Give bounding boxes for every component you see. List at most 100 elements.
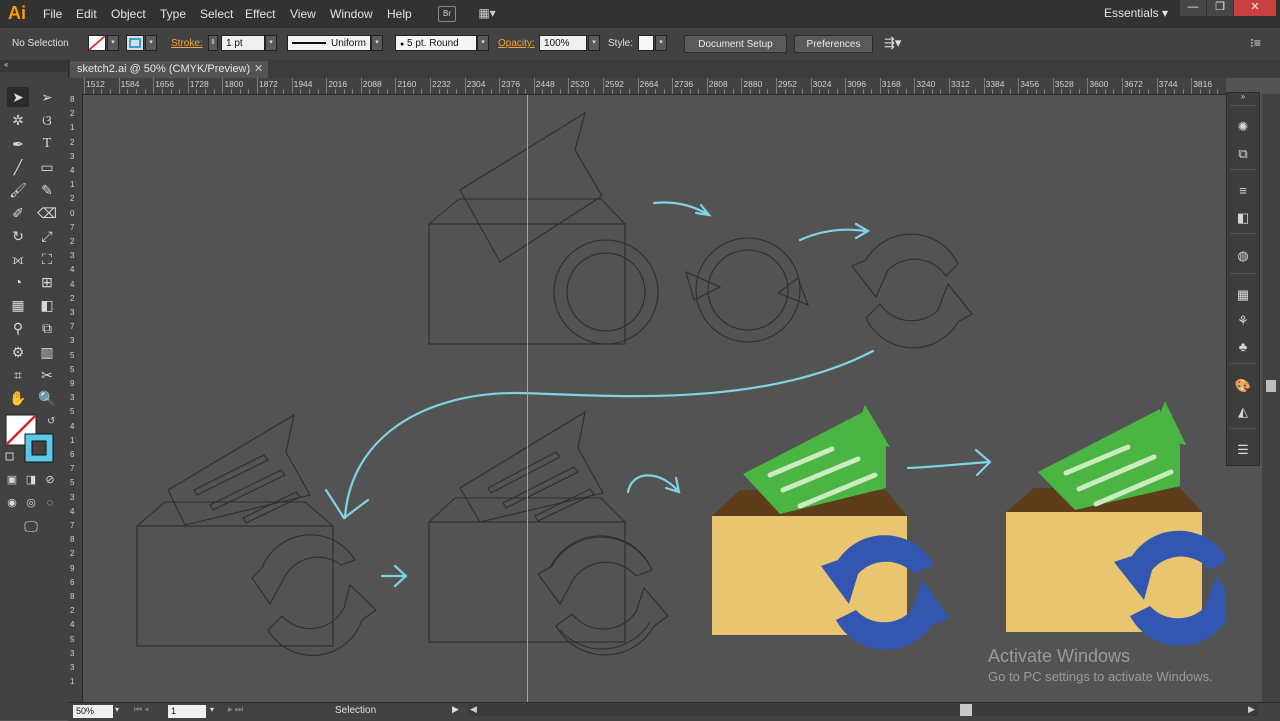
stroke-weight-dropdown[interactable]: ▾ [265,35,277,51]
align-options-icon[interactable]: ⇶▾ [884,35,901,51]
fill-swatch[interactable] [88,35,106,51]
scroll-right-icon[interactable]: ▶ [1248,704,1255,715]
gradient-mode-icon[interactable]: ◨ [24,470,38,490]
workspace-switcher[interactable]: Essentials ▾ [1104,6,1168,20]
menu-effect[interactable]: Effect [245,7,275,21]
draw-normal-icon[interactable]: ◉ [5,493,19,513]
line-tool-icon[interactable]: ╱ [7,157,29,177]
stroke-weight-field[interactable]: 1 pt [221,35,265,51]
horizontal-scroll-thumb[interactable] [960,704,972,716]
mesh-tool-icon[interactable]: ▦ [7,295,29,315]
bridge-button[interactable]: Br [438,6,456,22]
perspective-grid-tool-icon[interactable]: ⊞ [36,272,58,292]
zoom-level-field[interactable]: 50% [73,705,113,718]
menu-edit[interactable]: Edit [76,7,97,21]
blob-brush-tool-icon[interactable]: ✐ [7,203,29,223]
eraser-tool-icon[interactable]: ⌫ [36,203,58,223]
pencil-tool-icon[interactable]: ✎ [36,180,58,200]
color-panel-icon[interactable]: 🎨 [1233,376,1253,396]
direct-selection-tool-icon[interactable]: ➢ [36,87,58,107]
symbol-sprayer-tool-icon[interactable]: ⚙ [7,342,29,362]
artboard-number-field[interactable]: 1 [168,705,206,718]
stroke-panel-icon[interactable]: ≡ [1233,181,1253,201]
swatches-panel-icon[interactable]: ▦ [1233,285,1253,305]
brush-dropdown[interactable]: ▾ [477,35,489,51]
close-tab-icon[interactable]: ✕ [254,62,263,75]
magic-wand-tool-icon[interactable]: ✲ [7,110,29,130]
lasso-tool-icon[interactable]: ଓ [36,110,58,130]
none-mode-icon[interactable]: ⊘ [43,470,57,490]
stroke-weight-stepper[interactable]: ⇕ [208,35,218,51]
color-mode-icon[interactable]: ▣ [5,470,19,490]
shape-builder-tool-icon[interactable]: ◔ [7,272,29,292]
graphic-style-swatch[interactable] [638,35,654,51]
vertical-scroll-thumb[interactable] [1266,380,1276,392]
width-tool-icon[interactable]: ⟗ [7,249,29,269]
appearance-panel-icon[interactable]: ◍ [1233,246,1253,266]
horizontal-scrollbar[interactable] [468,704,1258,716]
draw-behind-icon[interactable]: ◎ [24,493,38,513]
first-artboard-icon[interactable]: ⏮ ◂ [134,704,149,715]
menu-type[interactable]: Type [160,7,186,21]
transform-icon[interactable]: ⧉ [1233,144,1253,164]
type-tool-icon[interactable]: T [36,134,58,154]
preferences-button[interactable]: Preferences [794,35,873,53]
document-setup-button[interactable]: Document Setup [684,35,787,53]
status-menu-icon[interactable]: ▶ [452,704,459,715]
vertical-scrollbar[interactable] [1262,94,1280,702]
artboard-dropdown-icon[interactable]: ▾ [210,705,214,714]
slice-tool-icon[interactable]: ✂ [36,365,58,385]
stroke-swatch[interactable] [126,35,144,51]
menu-select[interactable]: Select [200,7,233,21]
scroll-left-icon[interactable]: ◀ [470,704,477,715]
blend-tool-icon[interactable]: ⧉ [36,318,58,338]
column-graph-tool-icon[interactable]: ▥ [36,342,58,362]
opacity-field[interactable]: 100% [539,35,587,51]
fill-stroke-indicator[interactable]: ↺ [5,414,57,464]
selection-tool-icon[interactable]: ➤ [7,87,29,107]
graphic-styles-icon[interactable]: ◭ [1233,402,1253,422]
style-dropdown[interactable]: ▾ [655,35,667,51]
rectangle-tool-icon[interactable]: ▭ [36,157,58,177]
brushes-panel-icon[interactable]: ⚘ [1233,311,1253,331]
artboard-tool-icon[interactable]: ⌗ [7,365,29,385]
pen-tool-icon[interactable]: ✒ [7,134,29,154]
rotate-tool-icon[interactable]: ↻ [7,226,29,246]
zoom-tool-icon[interactable]: 🔍 [36,388,58,408]
profile-dropdown[interactable]: ▾ [371,35,383,51]
color-guide-icon[interactable]: ✺ [1233,117,1253,137]
draw-inside-icon[interactable]: ◌ [43,493,57,513]
restore-button[interactable]: ❐ [1207,0,1233,16]
collapse-tools-icon[interactable]: « [0,60,68,72]
eyedropper-tool-icon[interactable]: ⚲ [7,318,29,338]
menu-file[interactable]: File [43,7,62,21]
menu-object[interactable]: Object [111,7,146,21]
vertical-ruler[interactable]: 8212341207234423735593541675347829682453… [68,94,83,702]
gradient-panel-icon[interactable]: ◧ [1233,208,1253,228]
gradient-tool-icon[interactable]: ◧ [36,295,58,315]
free-transform-tool-icon[interactable]: ⛶ [36,249,58,269]
vertical-guide[interactable] [527,95,528,702]
screen-mode-icon[interactable]: 🖵 [20,516,42,536]
horizontal-ruler[interactable]: 1512158416561728180018721944201620882160… [68,78,1226,95]
opacity-label[interactable]: Opacity: [498,38,535,49]
variable-width-profile[interactable]: Uniform [287,35,371,51]
hand-tool-icon[interactable]: ✋ [7,388,29,408]
stroke-dropdown[interactable]: ▾ [145,35,157,51]
symbols-panel-icon[interactable]: ♣ [1233,337,1253,357]
arrange-documents-button[interactable]: ▦▾ [474,6,500,20]
next-artboard-icon[interactable]: ▸ ⏭ [228,704,243,715]
minimize-button[interactable]: — [1180,0,1206,16]
menu-window[interactable]: Window [330,7,373,21]
control-panel-menu-icon[interactable]: ⁝≡ [1250,36,1261,50]
stroke-label[interactable]: Stroke: [171,38,203,49]
brush-definition[interactable]: ● 5 pt. Round [395,35,477,51]
close-window-button[interactable]: ✕ [1234,0,1276,16]
zoom-dropdown-icon[interactable]: ▾ [115,705,119,714]
expand-panels-icon[interactable]: » [1233,91,1253,103]
scale-tool-icon[interactable]: ⤢ [36,226,58,246]
opacity-dropdown[interactable]: ▾ [588,35,600,51]
paintbrush-tool-icon[interactable]: 🖌 [7,180,29,200]
menu-view[interactable]: View [290,7,316,21]
artboard-canvas[interactable] [83,95,1226,702]
